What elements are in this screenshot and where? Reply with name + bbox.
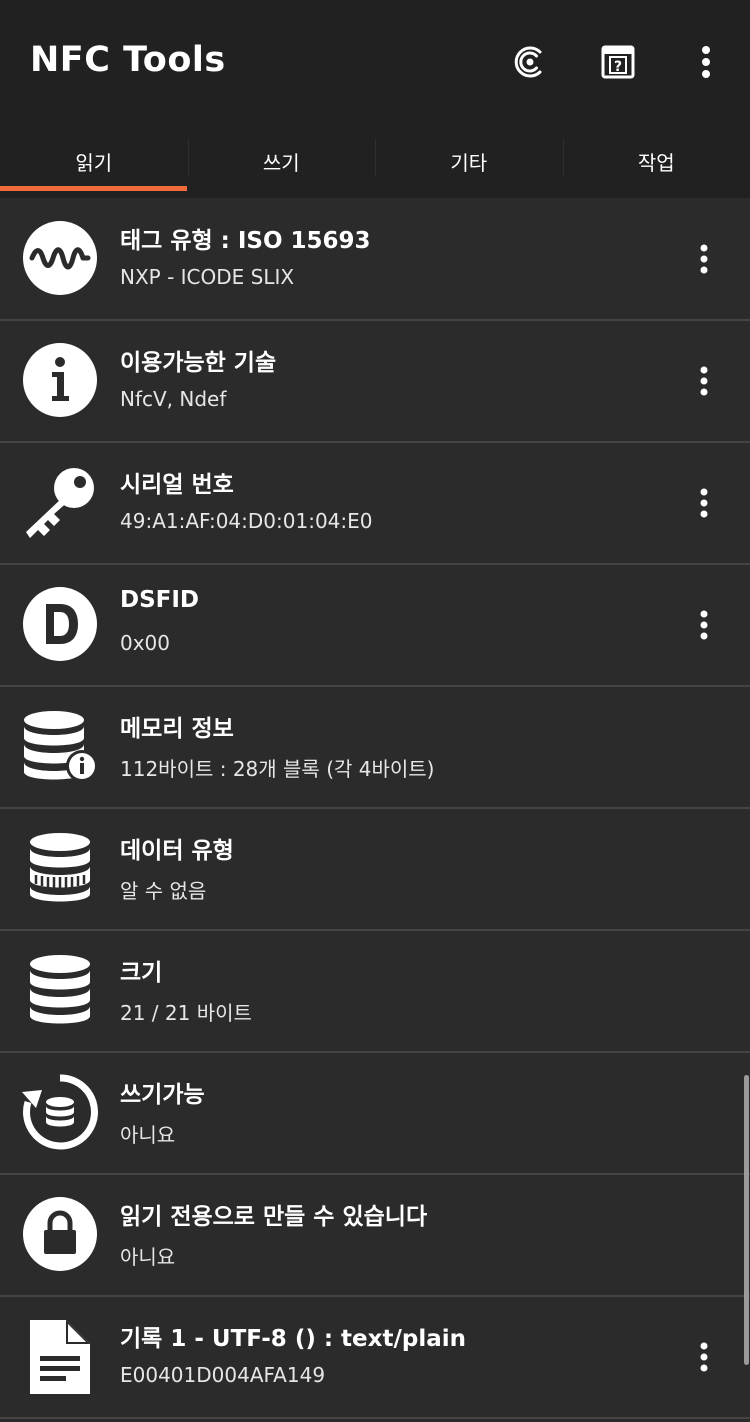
item-subtitle: NfcV, Ndef: [120, 387, 227, 411]
item-subtitle: 알 수 없음: [120, 879, 207, 903]
item-subtitle: 21 / 21 바이트: [120, 1001, 252, 1025]
tab-write-label: 쓰기: [262, 151, 300, 175]
item-subtitle: 0x00: [120, 631, 171, 655]
tab-bar: 읽기 쓰기 기타 작업: [0, 125, 750, 198]
tag-info-list: 태그 유형 : ISO 15693 NXP - ICODE SLIX 이용가능한…: [0, 199, 750, 1419]
app-bar: NFC Tools ?: [0, 0, 750, 125]
more-vertical-icon[interactable]: [690, 361, 718, 401]
key-icon: [22, 464, 98, 540]
info-icon: [22, 342, 98, 418]
item-title: 읽기 전용으로 만들 수 있습니다: [120, 1204, 428, 1230]
scrollbar[interactable]: [744, 1075, 749, 1365]
list-item-technologies[interactable]: 이용가능한 기술 NfcV, Ndef: [0, 321, 750, 443]
item-title: 쓰기가능: [120, 1082, 205, 1108]
item-subtitle: E00401D004AFA149: [120, 1363, 326, 1387]
app-title: NFC Tools: [30, 40, 226, 80]
tab-read-label: 읽기: [75, 151, 113, 175]
more-vertical-icon[interactable]: [690, 1337, 718, 1377]
database-data-icon: [22, 830, 98, 906]
more-vertical-icon[interactable]: [690, 483, 718, 523]
item-title: 데이터 유형: [120, 838, 234, 864]
list-item-dsfid[interactable]: DSFID 0x00: [0, 565, 750, 687]
dsfid-icon: [22, 586, 98, 662]
item-title: 태그 유형 : ISO 15693: [120, 228, 371, 254]
item-subtitle: 아니요: [120, 1245, 176, 1269]
list-item-writable[interactable]: 쓰기가능 아니요: [0, 1053, 750, 1175]
item-title: 시리얼 번호: [120, 472, 234, 498]
database-info-icon: [22, 708, 98, 784]
item-title: DSFID: [120, 587, 200, 613]
list-item-record-1[interactable]: 기록 1 - UTF-8 () : text/plain E00401D004A…: [0, 1297, 750, 1419]
item-title: 이용가능한 기술: [120, 350, 277, 376]
svg-text:?: ?: [614, 59, 622, 75]
item-title: 메모리 정보: [120, 716, 234, 742]
list-item-serial-number[interactable]: 시리얼 번호 49:A1:AF:04:D0:01:04:E0: [0, 443, 750, 565]
item-subtitle: 49:A1:AF:04:D0:01:04:E0: [120, 509, 373, 533]
more-vertical-icon[interactable]: [690, 605, 718, 645]
tab-read[interactable]: 읽기: [0, 125, 188, 198]
database-refresh-icon: [22, 1074, 98, 1150]
list-item-data-type[interactable]: 데이터 유형 알 수 없음: [0, 809, 750, 931]
database-icon: [22, 952, 98, 1028]
list-item-memory-info[interactable]: 메모리 정보 112바이트 : 28개 블록 (각 4바이트): [0, 687, 750, 809]
tab-tasks-label: 작업: [637, 151, 675, 175]
document-icon: [22, 1318, 98, 1394]
more-vertical-icon[interactable]: [682, 38, 730, 86]
more-vertical-icon[interactable]: [690, 239, 718, 279]
lock-icon: [22, 1196, 98, 1272]
item-title: 크기: [120, 960, 163, 986]
list-item-size[interactable]: 크기 21 / 21 바이트: [0, 931, 750, 1053]
tab-other[interactable]: 기타: [375, 125, 563, 198]
wave-icon: [22, 220, 98, 296]
tab-write[interactable]: 쓰기: [187, 125, 376, 198]
list-item-read-only[interactable]: 읽기 전용으로 만들 수 있습니다 아니요: [0, 1175, 750, 1297]
item-subtitle: 아니요: [120, 1123, 176, 1147]
tab-tasks[interactable]: 작업: [562, 125, 750, 198]
app-screen: NFC Tools ? 읽기 쓰기 기타 작업 태그 유형: ISO 1569…: [0, 0, 750, 1422]
item-subtitle: 112바이트 : 28개 블록 (각 4바이트): [120, 757, 435, 781]
help-icon[interactable]: ?: [594, 38, 642, 86]
tab-other-label: 기타: [450, 151, 488, 175]
list-item-tag-type[interactable]: 태그 유형 : ISO 15693 NXP - ICODE SLIX: [0, 199, 750, 321]
item-subtitle: NXP - ICODE SLIX: [120, 265, 295, 289]
item-title: 기록 1 - UTF-8 () : text/plain: [120, 1326, 467, 1352]
nfc-icon[interactable]: [506, 38, 554, 86]
